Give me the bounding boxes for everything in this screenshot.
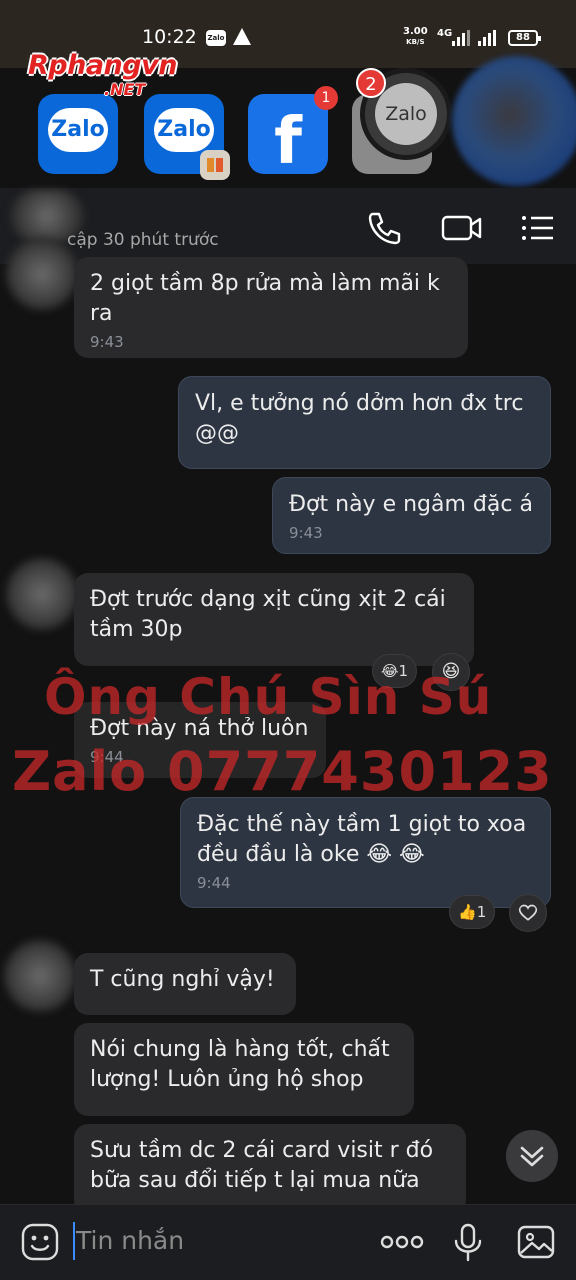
- facebook-f-glyph: f: [274, 105, 302, 174]
- site-logo: Rphangvn: [28, 50, 177, 81]
- image-gallery-icon[interactable]: [516, 1222, 556, 1262]
- more-options-icon[interactable]: [380, 1222, 424, 1262]
- warning-icon: [233, 28, 251, 45]
- zalo-notification-icon: Zalo: [206, 30, 226, 46]
- sender-avatar[interactable]: [4, 940, 76, 1012]
- message-text: Đợt trước dạng xịt cũng xịt 2 cái tầm 30…: [90, 587, 446, 642]
- logo-suffix: .NET: [104, 80, 146, 99]
- scroll-down-icon[interactable]: [506, 1130, 558, 1182]
- watermark-line-2: Zalo 0777430123: [12, 740, 553, 803]
- logo-text: Rphangvn: [28, 50, 177, 81]
- text-cursor: [73, 1222, 75, 1260]
- message-bubble-incoming[interactable]: T cũng nghỉ vậy!: [74, 953, 296, 1015]
- message-bubble-incoming[interactable]: Nói chung là hàng tốt, chất lượng! Luôn …: [74, 1023, 414, 1116]
- emoji-sticker-icon[interactable]: [20, 1222, 60, 1262]
- zalo-app-icon[interactable]: Zalo: [38, 94, 118, 174]
- net-speed-unit: KB/S: [406, 38, 425, 46]
- blurred-contact-avatar[interactable]: [452, 56, 576, 186]
- message-text: 2 giọt tầm 8p rửa mà làm mãi k ra: [90, 271, 440, 326]
- message-time: 9:43: [289, 524, 323, 542]
- watermark-line-1: Ông Chú Sìn Sú: [44, 668, 493, 726]
- message-text: Đợt này e ngâm đặc á: [289, 492, 533, 517]
- facebook-app-icon[interactable]: f: [248, 94, 328, 174]
- message-bubble-outgoing[interactable]: Đợt này e ngâm đặc á 9:43: [272, 477, 551, 554]
- message-text: Sưu tầm dc 2 cái card visit r đó bữa sau…: [90, 1138, 434, 1193]
- message-time: 9:43: [90, 333, 124, 351]
- message-bubble-incoming[interactable]: Đợt trước dạng xịt cũng xịt 2 cái tầm 30…: [74, 573, 474, 666]
- zalo-bubble-label: Zalo: [375, 83, 437, 145]
- zalo-clone-label: Zalo: [154, 108, 214, 152]
- microphone-icon[interactable]: [448, 1222, 488, 1262]
- thumbs-up-reaction-icon: 👍: [458, 903, 477, 921]
- message-text: T cũng nghỉ vậy!: [90, 967, 275, 992]
- message-bubble-outgoing[interactable]: Đặc thế này tầm 1 giọt to xoa đều đầu là…: [180, 797, 551, 908]
- video-call-icon[interactable]: [440, 208, 484, 248]
- phone-call-icon[interactable]: [364, 208, 404, 248]
- zalo-app-label: Zalo: [48, 108, 108, 152]
- status-time: 10:22: [142, 26, 197, 48]
- message-bubble-outgoing[interactable]: Vl, e tưởng nó dởm hơn đx trc @@: [178, 376, 551, 469]
- sender-avatar[interactable]: [6, 558, 78, 630]
- reaction-count[interactable]: 👍1: [449, 895, 496, 929]
- zalo-bubble-badge: 2: [356, 68, 386, 98]
- reaction-count-value: 1: [476, 903, 487, 921]
- message-text: Nói chung là hàng tốt, chất lượng! Luôn …: [90, 1037, 390, 1092]
- message-bubble-incoming[interactable]: Sưu tầm dc 2 cái card visit r đó bữa sau…: [74, 1124, 466, 1214]
- message-text: Vl, e tưởng nó dởm hơn đx trc @@: [195, 391, 524, 446]
- net-speed: 3.00 KB/S: [403, 27, 428, 47]
- message-text: Đặc thế này tầm 1 giọt to xoa đều đầu là…: [197, 812, 527, 867]
- facebook-badge: 1: [314, 86, 338, 110]
- message-time: 9:44: [197, 874, 231, 892]
- signal-icon: [452, 30, 472, 46]
- last-seen-status: cập 30 phút trước: [67, 230, 219, 250]
- network-type: 4G: [437, 28, 453, 39]
- net-speed-value: 3.00: [403, 26, 428, 37]
- message-input[interactable]: Tin nhắn: [76, 1226, 184, 1255]
- message-bubble-incoming[interactable]: 2 giọt tầm 8p rửa mà làm mãi k ra 9:43: [74, 257, 468, 358]
- dual-app-icon: [200, 150, 230, 180]
- sender-avatar[interactable]: [6, 238, 78, 310]
- chat-header: [0, 188, 576, 264]
- battery-icon: 88: [508, 30, 541, 46]
- menu-list-icon[interactable]: [518, 208, 558, 248]
- heart-react-icon[interactable]: [509, 894, 547, 932]
- signal-icon-2: [478, 30, 498, 46]
